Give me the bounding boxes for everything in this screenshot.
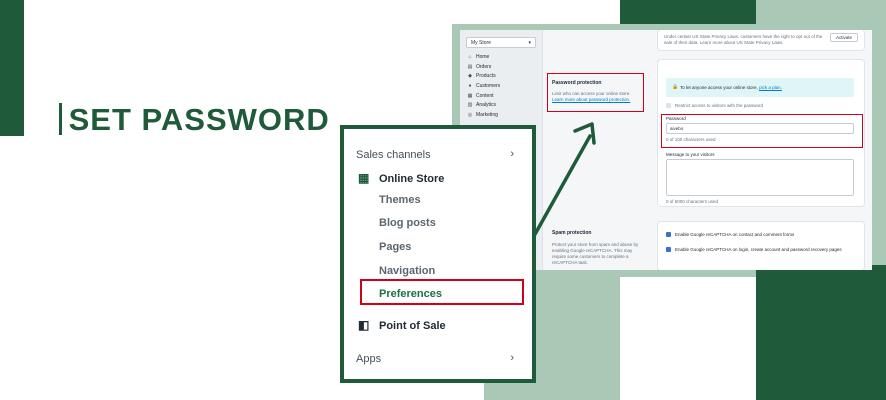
restrict-access-row[interactable]: Restrict access to visitors with the pas…: [666, 103, 763, 109]
decor-block-bottom-right: [756, 265, 886, 400]
sidebar-item-pages[interactable]: Pages: [379, 241, 411, 253]
nav-item-products[interactable]: ◆ Products: [467, 72, 500, 82]
content-icon: ▦: [467, 92, 473, 99]
store-selector[interactable]: My Store ▾: [466, 37, 536, 48]
nav-item-customers[interactable]: ● Customers: [467, 82, 500, 92]
recaptcha-login-row[interactable]: Enable Google reCAPTCHA on login, create…: [666, 247, 842, 253]
visitor-message-textarea[interactable]: [666, 159, 854, 196]
sidebar-item-themes[interactable]: Themes: [379, 194, 421, 206]
chevron-right-icon[interactable]: ›: [510, 352, 514, 364]
orders-icon: ▤: [467, 63, 473, 70]
spam-card: Enable Google reCAPTCHA on contact and c…: [658, 222, 864, 270]
person-icon: ●: [468, 83, 472, 90]
lock-icon: 🔒: [672, 84, 679, 90]
recaptcha-login-checkbox[interactable]: [666, 247, 671, 253]
zoomed-sidebar: Sales channels › ▦ Online Store Themes Bl…: [340, 125, 536, 383]
nav-item-marketing[interactable]: ◎ Marketing: [467, 111, 500, 121]
admin-nav: ⌂ Home ▤ Orders ◆ Products ● Customers ▦ Cont…: [467, 53, 501, 121]
nav-item-home[interactable]: ⌂ Home: [467, 53, 500, 63]
chevron-down-icon: ▾: [528, 40, 531, 46]
sidebar-item-navigation[interactable]: Navigation: [379, 265, 435, 277]
recaptcha-forms-row[interactable]: Enable Google reCAPTCHA on contact and c…: [666, 232, 794, 238]
restrict-access-checkbox[interactable]: [666, 103, 671, 109]
message-char-count: 0 of 5000 characters used: [666, 199, 719, 204]
spam-section-title: Spam protection: [552, 230, 592, 236]
decor-block-top-right: [756, 0, 886, 24]
nav-item-content[interactable]: ▦ Content: [467, 92, 500, 102]
store-icon: ▦: [358, 171, 370, 185]
nav-item-analytics[interactable]: ▥ Analytics: [467, 101, 500, 111]
chevron-right-icon[interactable]: ›: [510, 148, 514, 160]
privacy-card: Under certain US State Privacy Laws, cus…: [658, 30, 864, 50]
apps-heading[interactable]: Apps: [356, 353, 381, 365]
pick-plan-link[interactable]: pick a plan.: [759, 85, 782, 90]
recaptcha-forms-checkbox[interactable]: [666, 232, 671, 238]
password-section-highlight: [547, 73, 644, 112]
password-field-highlight: [661, 114, 863, 148]
tag-icon: ◆: [468, 73, 472, 80]
shopify-bag-icon: ◧: [358, 318, 370, 332]
message-label: Message to your visitors: [666, 152, 715, 157]
sidebar-item-point-of-sale[interactable]: ◧ Point of Sale: [358, 318, 446, 332]
analytics-icon: ▥: [467, 102, 473, 109]
home-icon: ⌂: [468, 54, 472, 60]
sidebar-item-online-store[interactable]: ▦ Online Store: [358, 171, 444, 185]
page-title: SET PASSWORD: [68, 102, 330, 137]
target-icon: ◎: [467, 112, 473, 119]
preferences-highlight: [360, 279, 524, 305]
nav-item-orders[interactable]: ▤ Orders: [467, 63, 500, 73]
privacy-notice: Under certain US State Privacy Laws, cus…: [664, 34, 823, 45]
plan-info-banner: 🔒 To let anyone access your online store…: [666, 78, 854, 97]
sidebar-item-blog-posts[interactable]: Blog posts: [379, 217, 436, 229]
spam-section-description: Protect your store from spam and abuse b…: [552, 242, 639, 265]
decor-block-top: [620, 0, 756, 24]
decor-block-left: [0, 0, 24, 136]
sales-channels-heading[interactable]: Sales channels: [356, 149, 431, 161]
activate-button[interactable]: Activate: [830, 33, 858, 42]
